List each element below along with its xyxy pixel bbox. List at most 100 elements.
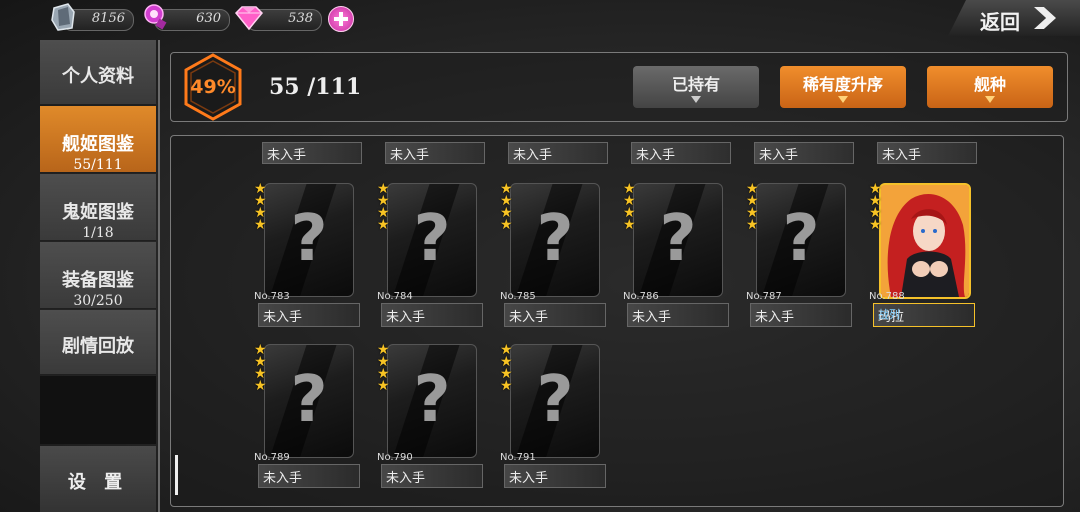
card-name: 未入手: [632, 310, 672, 325]
card-790[interactable]: ? ★ ★ ★ ★ No.790 未入手: [377, 342, 485, 500]
card-frame: ?: [510, 344, 600, 458]
rarity-stars: ★ ★ ★ ★: [500, 181, 513, 233]
sort-rarity-button[interactable]: 稀有度升序: [780, 66, 906, 108]
card-name-plate: 未入手: [504, 303, 606, 327]
card-name-plate: 玛拉 战列: [873, 303, 975, 327]
add-diamond-button[interactable]: [328, 6, 354, 32]
card-788[interactable]: ★ ★ ★ ★ No.788 玛拉 战列: [869, 182, 977, 339]
rarity-stars: ★ ★ ★ ★: [254, 342, 267, 394]
sidebar-item-ship-girls[interactable]: 舰姬图鉴 55/111: [40, 106, 156, 173]
card-name-plate: 未入手: [627, 303, 729, 327]
back-button[interactable]: 返回: [948, 0, 1080, 36]
card-name-plate: 未入手: [750, 303, 852, 327]
card-789[interactable]: ? ★ ★ ★ ★ No.789 未入手: [254, 342, 362, 500]
card-785[interactable]: ? ★ ★ ★ ★ No.785 未入手: [500, 181, 608, 339]
card-783[interactable]: ? ★ ★ ★ ★ No.783 未入手: [254, 181, 362, 339]
sidebar-item-label: 舰姬图鉴: [62, 134, 134, 155]
sidebar-item-equipment[interactable]: 装备图鉴 30/250: [40, 242, 156, 309]
card-number: No.791: [500, 452, 536, 463]
unknown-icon: ?: [290, 363, 328, 437]
card-787[interactable]: ? ★ ★ ★ ★ No.787 未入手: [746, 182, 854, 339]
sidebar-spacer: [40, 376, 156, 444]
card-name-plate: 未入手: [258, 303, 360, 327]
settings-label: 设 置: [67, 472, 129, 493]
sidebar-divider: [158, 40, 160, 512]
card-name-plate: 未入手: [258, 464, 360, 488]
sidebar-item-ghost-girls[interactable]: 鬼姬图鉴 1/18: [40, 174, 156, 241]
card-frame: ?: [264, 183, 354, 297]
card-name: 未入手: [263, 310, 303, 325]
unknown-icon: ?: [782, 202, 820, 276]
card-name: 未入手: [636, 148, 676, 163]
ship-class-badge: 战列: [878, 308, 900, 321]
filter-owned-label: 已持有: [671, 75, 720, 94]
chevron-right-icon: [1034, 7, 1056, 29]
card-number: No.789: [254, 452, 290, 463]
back-label: 返回: [980, 10, 1020, 34]
collection-percent: 49%: [190, 76, 236, 98]
ship-type-button[interactable]: 舰种: [927, 66, 1053, 108]
card-784[interactable]: ? ★ ★ ★ ★ No.784 未入手: [377, 181, 485, 339]
unknown-icon: ?: [413, 202, 451, 276]
settings-button[interactable]: 设 置: [40, 446, 156, 512]
sidebar-item-story-replay[interactable]: 剧情回放: [40, 310, 156, 375]
card-name: 未入手: [263, 471, 303, 486]
caret-down-icon: [838, 96, 848, 103]
diamond-icon: [234, 6, 264, 31]
card-name: 未入手: [513, 148, 553, 163]
card-number: No.790: [377, 452, 413, 463]
caret-down-icon: [985, 96, 995, 103]
list-item: 未入手: [262, 142, 362, 164]
card-number: No.785: [500, 291, 536, 302]
card-name: 未入手: [882, 148, 922, 163]
rarity-stars: ★ ★ ★ ★: [377, 181, 390, 233]
crystal-icon: [51, 3, 75, 31]
card-name: 未入手: [755, 310, 795, 325]
sidebar-item-label: 剧情回放: [62, 336, 134, 357]
card-number: No.787: [746, 291, 782, 302]
grid-scrollbar[interactable]: [175, 455, 178, 495]
card-number: No.786: [623, 291, 659, 302]
list-item: 未入手: [754, 142, 854, 164]
card-791[interactable]: ? ★ ★ ★ ★ No.791 未入手: [500, 342, 608, 500]
card-frame: ?: [264, 344, 354, 458]
card-frame: ?: [387, 344, 477, 458]
card-name: 未入手: [759, 148, 799, 163]
caret-down-icon: [691, 96, 701, 103]
list-item: 未入手: [877, 142, 977, 164]
character-portrait: [881, 185, 969, 297]
card-name: 未入手: [386, 471, 426, 486]
rarity-stars: ★ ★ ★ ★: [254, 181, 267, 233]
card-name-plate: 未入手: [504, 464, 606, 488]
medal-value: 630: [196, 11, 221, 26]
card-frame: ?: [510, 183, 600, 297]
rarity-stars: ★ ★ ★ ★: [623, 181, 636, 233]
unknown-icon: ?: [659, 202, 697, 276]
filter-owned-button[interactable]: 已持有: [633, 66, 759, 108]
collection-header: 49% 55 /111 已持有 稀有度升序 舰种: [170, 52, 1068, 122]
card-number: No.784: [377, 291, 413, 302]
sidebar-item-progress: 1/18: [82, 225, 114, 241]
card-name: 未入手: [267, 148, 307, 163]
diamond-value: 538: [288, 11, 313, 26]
resource-bar: 8156 630 538 返回: [0, 0, 1080, 38]
card-frame: ?: [756, 183, 846, 297]
unknown-icon: ?: [290, 202, 328, 276]
list-item: 未入手: [631, 142, 731, 164]
unknown-icon: ?: [536, 202, 574, 276]
card-number: No.788: [869, 291, 905, 302]
rarity-stars: ★ ★ ★ ★: [377, 342, 390, 394]
sidebar-item-label: 装备图鉴: [62, 270, 134, 291]
sidebar-item-profile[interactable]: 个人资料: [40, 40, 156, 105]
card-number: No.783: [254, 291, 290, 302]
card-786[interactable]: ? ★ ★ ★ ★ No.786 未入手: [623, 181, 731, 339]
medal-icon: [144, 4, 167, 30]
sidebar-item-label: 个人资料: [62, 66, 134, 87]
list-item: 未入手: [385, 142, 485, 164]
card-name: 未入手: [509, 471, 549, 486]
crystal-value: 8156: [91, 11, 125, 26]
card-name-plate: 未入手: [381, 464, 483, 488]
sidebar-item-progress: 30/250: [73, 293, 123, 309]
rarity-stars: ★ ★ ★ ★: [500, 342, 513, 394]
ship-type-label: 舰种: [973, 75, 1006, 94]
